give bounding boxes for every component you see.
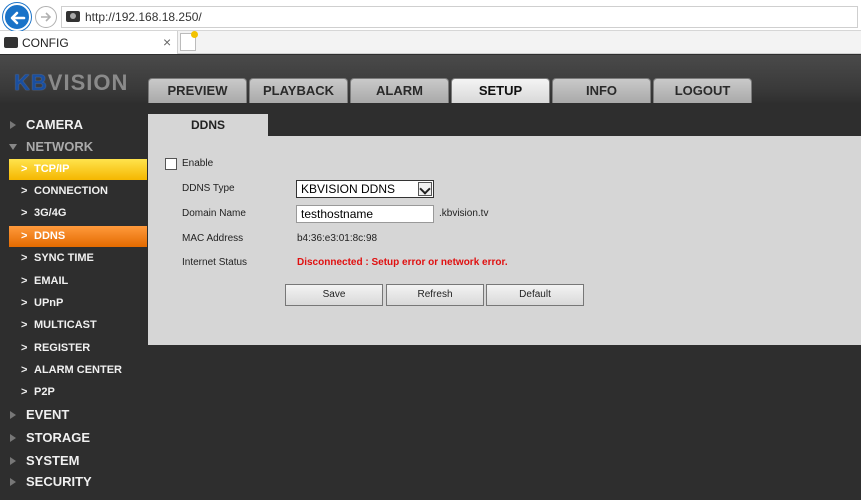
sidebar-system-label: SYSTEM (26, 453, 80, 468)
browser-tab-bar: CONFIG × (0, 31, 861, 54)
domain-name-input[interactable]: testhostname (296, 205, 434, 223)
sidebar-item-label: EMAIL (34, 275, 69, 287)
sidebar-security[interactable]: SECURITY (0, 471, 147, 493)
sidebar-item-label: P2P (34, 386, 55, 398)
chevron-right-icon: > (21, 163, 28, 175)
ddns-type-value: KBVISION DDNS (301, 182, 396, 196)
tab-setup[interactable]: SETUP (451, 78, 550, 103)
tab-playback[interactable]: PLAYBACK (249, 78, 348, 103)
tab-info[interactable]: INFO (552, 78, 651, 103)
sidebar-storage-label: STORAGE (26, 430, 91, 445)
domain-name-label: Domain Name (182, 208, 246, 219)
sidebar-network-label: NETWORK (26, 139, 94, 154)
sidebar-item-ddns[interactable]: > DDNS (9, 226, 147, 247)
sidebar-security-label: SECURITY (26, 474, 92, 489)
refresh-button[interactable]: Refresh (386, 284, 484, 306)
enable-label: Enable (182, 158, 214, 169)
ddns-type-label: DDNS Type (182, 183, 235, 194)
sidebar-item-label: 3G/4G (34, 207, 67, 219)
address-bar: http://192.168.18.250/ (0, 0, 861, 31)
tab-title: CONFIG (22, 36, 69, 50)
triangle-right-icon (10, 478, 16, 486)
browser-tab-config[interactable]: CONFIG × (0, 31, 178, 54)
ddns-type-select[interactable]: KBVISION DDNS (296, 180, 434, 198)
sidebar-item-p2p[interactable]: > P2P (9, 382, 147, 403)
close-icon[interactable]: × (163, 34, 171, 50)
chevron-down-icon[interactable] (418, 182, 432, 196)
internet-status-value: Disconnected : Setup error or network er… (297, 257, 508, 268)
triangle-right-icon (10, 434, 16, 442)
sidebar-storage[interactable]: STORAGE (0, 427, 147, 449)
sidebar-event[interactable]: EVENT (0, 404, 147, 426)
logo-kb: KB (14, 70, 48, 95)
sidebar-item-label: DDNS (34, 230, 66, 242)
brand-logo: KBVISION (14, 70, 128, 96)
sidebar-item-multicast[interactable]: > MULTICAST (9, 315, 147, 336)
chevron-right-icon: > (21, 342, 28, 354)
ddns-panel (148, 136, 861, 345)
sidebar-item-alarm-center[interactable]: > ALARM CENTER (9, 360, 147, 381)
triangle-right-icon (10, 457, 16, 465)
internet-status-label: Internet Status (182, 257, 248, 268)
triangle-right-icon (10, 411, 16, 419)
sidebar-item-label: SYNC TIME (34, 252, 94, 264)
tab-preview[interactable]: PREVIEW (148, 78, 247, 103)
chevron-right-icon: > (21, 185, 28, 197)
chevron-right-icon: > (21, 386, 28, 398)
sidebar-item-sync-time[interactable]: > SYNC TIME (9, 248, 147, 269)
url-text: http://192.168.18.250/ (85, 10, 202, 24)
chevron-right-icon: > (21, 297, 28, 309)
mac-address-value: b4:36:e3:01:8c:98 (297, 233, 378, 244)
camera-icon (66, 11, 80, 22)
mac-address-label: MAC Address (182, 233, 244, 244)
save-button[interactable]: Save (285, 284, 383, 306)
triangle-down-icon (9, 144, 17, 150)
chevron-right-icon: > (21, 230, 28, 242)
logo-vision: VISION (47, 70, 129, 95)
tab-logout[interactable]: LOGOUT (653, 78, 752, 103)
sidebar-network[interactable]: NETWORK (0, 136, 147, 158)
sidebar-camera[interactable]: CAMERA (0, 114, 147, 136)
domain-suffix: .kbvision.tv (439, 208, 489, 219)
sidebar-item-label: MULTICAST (34, 319, 97, 331)
sidebar-item-label: UPnP (34, 297, 64, 309)
chevron-right-icon: > (21, 275, 28, 287)
tab-ddns[interactable]: DDNS (148, 114, 268, 136)
triangle-right-icon (10, 121, 16, 129)
sidebar-item-label: ALARM CENTER (34, 364, 122, 376)
sidebar-item-connection[interactable]: > CONNECTION (9, 181, 147, 202)
sidebar-camera-label: CAMERA (26, 117, 84, 132)
sidebar-event-label: EVENT (26, 407, 70, 422)
camera-icon (4, 37, 18, 48)
sidebar-item-label: TCP/IP (34, 163, 70, 175)
chevron-right-icon: > (21, 207, 28, 219)
sidebar-item-register[interactable]: > REGISTER (9, 338, 147, 359)
enable-checkbox[interactable] (165, 158, 177, 170)
sidebar-item-label: CONNECTION (34, 185, 108, 197)
chevron-right-icon: > (21, 319, 28, 331)
chevron-right-icon: > (21, 364, 28, 376)
sidebar-item-email[interactable]: > EMAIL (9, 271, 147, 292)
sidebar-item-label: REGISTER (34, 342, 91, 354)
new-tab-icon[interactable] (180, 31, 198, 51)
chevron-right-icon: > (21, 252, 28, 264)
back-button[interactable] (3, 3, 31, 31)
sidebar-item-3g4g[interactable]: > 3G/4G (9, 203, 147, 224)
arrow-left-icon (10, 11, 26, 25)
url-field[interactable]: http://192.168.18.250/ (61, 6, 858, 28)
sidebar-item-upnp[interactable]: > UPnP (9, 293, 147, 314)
tab-alarm[interactable]: ALARM (350, 78, 449, 103)
default-button[interactable]: Default (486, 284, 584, 306)
sidebar-system[interactable]: SYSTEM (0, 450, 147, 472)
sidebar-item-tcpip[interactable]: > TCP/IP (9, 159, 147, 180)
forward-button[interactable] (35, 6, 57, 28)
arrow-right-icon (41, 12, 52, 22)
